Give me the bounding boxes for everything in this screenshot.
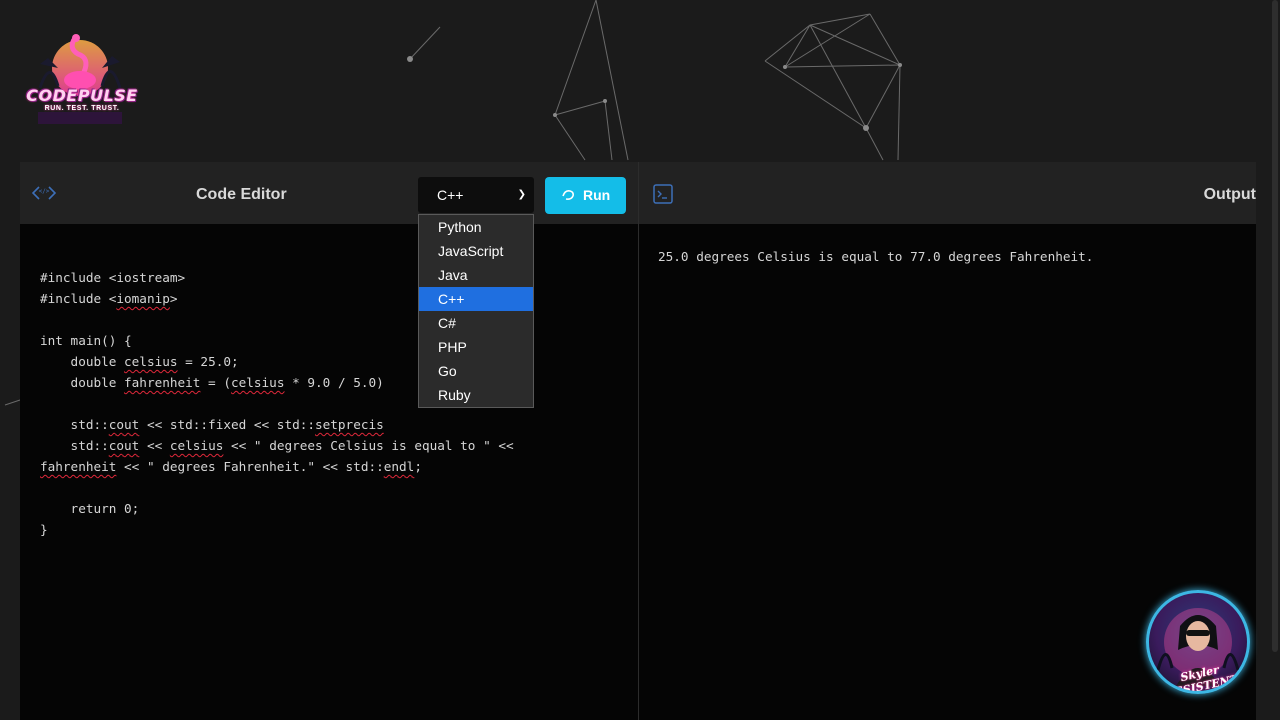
page-scrollbar[interactable]	[1270, 0, 1280, 720]
assistant-avatar-button[interactable]: Skyler ASSISTENT	[1146, 590, 1250, 694]
editor-title: Code Editor	[196, 186, 287, 203]
chevron-down-icon: ❯	[517, 189, 526, 200]
code-editor-panel: </> Code Editor C++ ❯ Run #include <iost…	[20, 162, 638, 720]
code-line: fahrenheit << " degrees Fahrenheit." << …	[40, 459, 422, 474]
language-option-csharp[interactable]: C#	[419, 311, 533, 335]
language-select-value: C++	[437, 187, 464, 203]
language-select[interactable]: C++ ❯	[418, 177, 534, 213]
code-line: double fahrenheit = (celsius * 9.0 / 5.0…	[40, 375, 384, 390]
editor-header: </> Code Editor C++ ❯ Run	[20, 162, 638, 224]
logo-name: CODEPULSE	[26, 86, 138, 105]
code-line: #include <iostream>	[40, 270, 186, 285]
flamingo-sunset-logo-art	[38, 34, 122, 124]
language-option-javascript[interactable]: JavaScript	[419, 239, 533, 263]
output-header: Output	[639, 162, 1256, 224]
svg-text:</>: </>	[39, 188, 50, 195]
language-option-ruby[interactable]: Ruby	[419, 383, 533, 407]
run-button[interactable]: Run	[545, 177, 626, 214]
scrollbar-thumb[interactable]	[1272, 0, 1278, 652]
code-line: #include <iomanip>	[40, 291, 178, 306]
terminal-icon	[653, 184, 673, 204]
code-line: }	[40, 522, 48, 537]
language-option-java[interactable]: Java	[419, 263, 533, 287]
output-title: Output	[1203, 186, 1256, 203]
code-line: int main() {	[40, 333, 132, 348]
output-text: 25.0 degrees Celsius is equal to 77.0 de…	[658, 249, 1094, 264]
language-dropdown-list: Python JavaScript Java C++ C# PHP Go Rub…	[418, 214, 534, 408]
code-line: std::cout << celsius << " degrees Celsiu…	[40, 438, 514, 453]
language-option-cpp[interactable]: C++	[419, 287, 533, 311]
run-icon	[562, 190, 574, 200]
language-option-go[interactable]: Go	[419, 359, 533, 383]
code-icon: </>	[32, 186, 56, 200]
run-button-label: Run	[583, 187, 611, 203]
language-option-php[interactable]: PHP	[419, 335, 533, 359]
codepulse-logo[interactable]: CODEPULSE RUN. TEST. TRUST.	[20, 28, 140, 128]
language-option-python[interactable]: Python	[419, 215, 533, 239]
code-line: std::cout << std::fixed << std::setpreci…	[40, 417, 384, 432]
logo-tagline: RUN. TEST. TRUST.	[44, 105, 120, 112]
code-line: return 0;	[40, 501, 140, 516]
code-line: double celsius = 25.0;	[40, 354, 239, 369]
